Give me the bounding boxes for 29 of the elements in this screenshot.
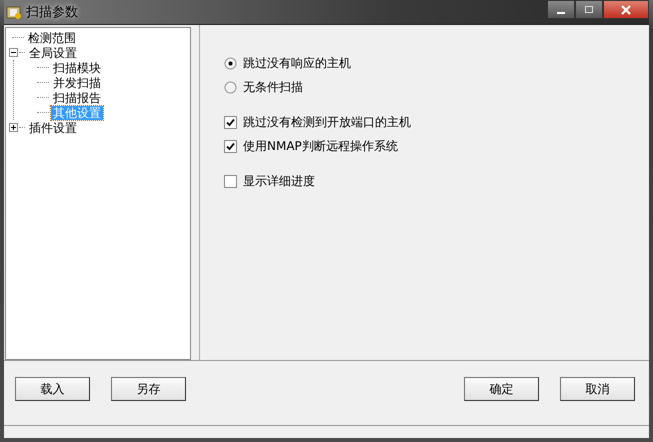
minimize-icon bbox=[557, 12, 565, 14]
tree-item[interactable]: 扫描模块 bbox=[51, 60, 103, 74]
option-label: 跳过没有响应的主机 bbox=[243, 55, 351, 72]
save-as-button[interactable]: 另存 bbox=[111, 377, 186, 401]
option-label: 无条件扫描 bbox=[243, 79, 303, 96]
checkbox[interactable] bbox=[224, 175, 237, 188]
tree-item[interactable]: 全局设置 bbox=[27, 46, 79, 60]
window-title: 扫描参数 bbox=[26, 4, 78, 21]
close-button[interactable] bbox=[603, 0, 649, 19]
ok-button[interactable]: 确定 bbox=[464, 377, 539, 401]
tree-item[interactable]: 插件设置 bbox=[27, 120, 79, 134]
option-label: 使用NMAP判断远程操作系统 bbox=[243, 138, 398, 155]
maximize-icon bbox=[585, 6, 593, 13]
tree-item[interactable]: 检测范围 bbox=[26, 30, 78, 44]
tree-item[interactable]: 并发扫描 bbox=[51, 76, 103, 90]
cancel-button[interactable]: 取消 bbox=[560, 377, 635, 401]
radio-button[interactable] bbox=[224, 57, 237, 70]
checkbox[interactable] bbox=[224, 116, 237, 129]
expand-icon[interactable] bbox=[9, 123, 18, 132]
option-label: 显示详细进度 bbox=[243, 173, 315, 190]
tree-item[interactable]: 扫描报告 bbox=[51, 90, 103, 104]
load-button[interactable]: 载入 bbox=[15, 377, 90, 401]
minimize-button[interactable] bbox=[547, 0, 575, 19]
collapse-icon[interactable] bbox=[9, 48, 18, 57]
checkbox[interactable] bbox=[224, 140, 237, 153]
radio-button[interactable] bbox=[224, 81, 237, 94]
option-label: 跳过没有检测到开放端口的主机 bbox=[243, 114, 411, 131]
close-icon bbox=[621, 4, 631, 14]
maximize-button[interactable] bbox=[575, 0, 603, 19]
